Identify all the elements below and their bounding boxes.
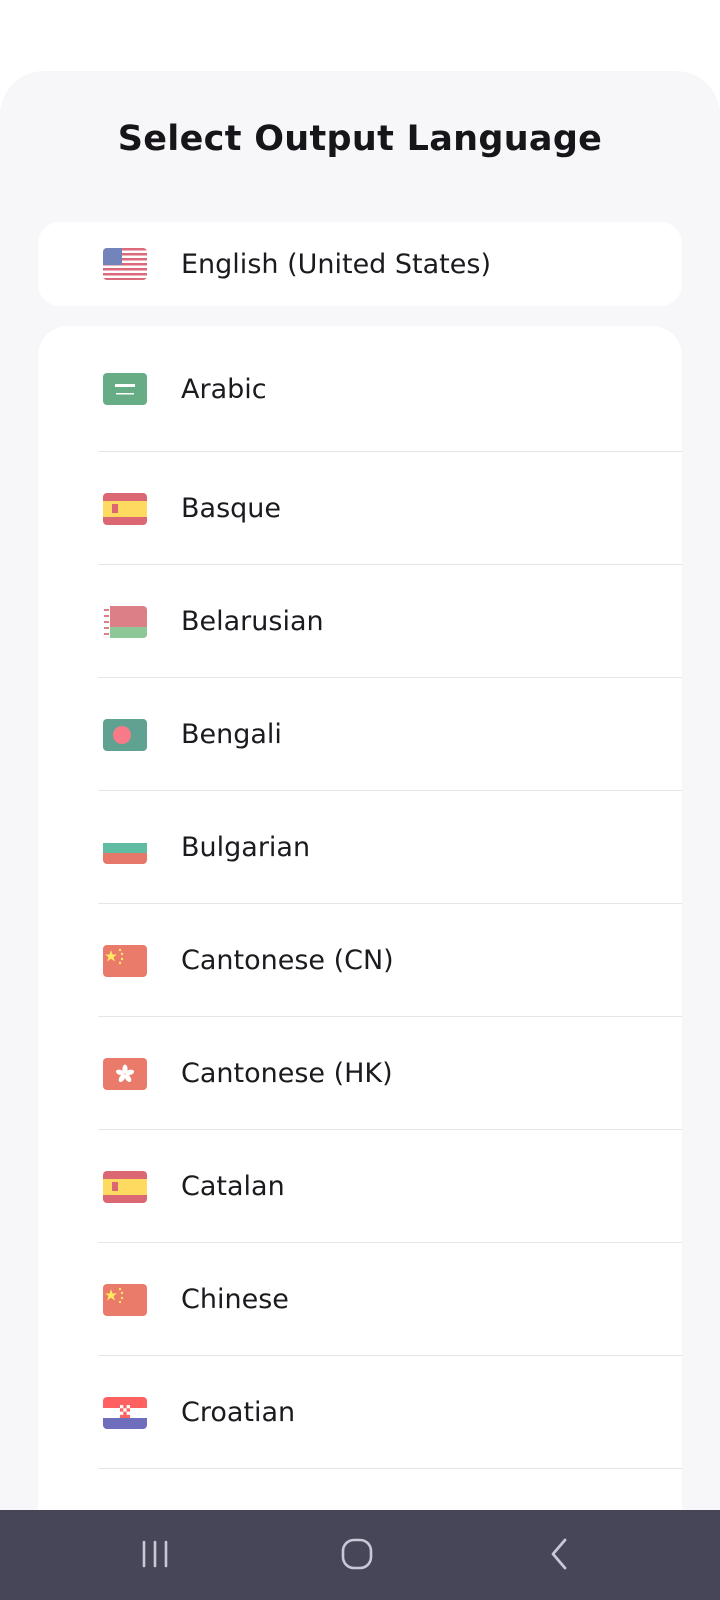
language-item-cantonese-hk[interactable]: Cantonese (HK) bbox=[38, 1017, 682, 1130]
system-navigation-bar bbox=[0, 1510, 720, 1600]
language-sheet: Select Output Language English (United S… bbox=[0, 71, 720, 1511]
back-icon bbox=[551, 1538, 567, 1570]
language-item-arabic[interactable]: Arabic bbox=[38, 326, 682, 452]
bangladesh-flag-icon bbox=[103, 718, 147, 751]
recents-button[interactable] bbox=[125, 1532, 185, 1576]
spain-flag-icon bbox=[103, 1170, 147, 1203]
language-label: Cantonese (HK) bbox=[181, 1058, 393, 1089]
language-item-bengali[interactable]: Bengali bbox=[38, 678, 682, 791]
language-item-chinese[interactable]: Chinese bbox=[38, 1243, 682, 1356]
page-title: Select Output Language bbox=[117, 119, 603, 159]
home-button[interactable] bbox=[327, 1532, 387, 1576]
language-item-catalan[interactable]: Catalan bbox=[38, 1130, 682, 1243]
language-item-croatian[interactable]: Croatian bbox=[38, 1356, 682, 1469]
recents-icon bbox=[142, 1540, 168, 1568]
language-label: Bengali bbox=[181, 719, 282, 750]
language-list: Arabic Basque Belarusian Bengali Bulgari… bbox=[38, 326, 682, 1511]
hong-kong-flag-icon bbox=[103, 1057, 147, 1090]
language-label: Chinese bbox=[181, 1284, 289, 1315]
us-flag-icon bbox=[103, 248, 147, 280]
language-item-belarusian[interactable]: Belarusian bbox=[38, 565, 682, 678]
croatia-flag-icon bbox=[103, 1396, 147, 1429]
language-label: Croatian bbox=[181, 1397, 296, 1428]
spain-flag-icon bbox=[103, 492, 147, 525]
language-label: Bulgarian bbox=[181, 832, 311, 863]
language-label: Belarusian bbox=[181, 606, 324, 637]
language-label: Cantonese (CN) bbox=[181, 945, 394, 976]
language-label: Basque bbox=[181, 493, 281, 524]
language-item-cantonese-cn[interactable]: Cantonese (CN) bbox=[38, 904, 682, 1017]
language-label: Catalan bbox=[181, 1171, 285, 1202]
language-item-basque[interactable]: Basque bbox=[38, 452, 682, 565]
language-label: Arabic bbox=[181, 373, 267, 405]
belarus-flag-icon bbox=[103, 605, 147, 638]
china-flag-icon bbox=[103, 1283, 147, 1316]
selected-language-label: English (United States) bbox=[181, 248, 491, 280]
back-button[interactable] bbox=[529, 1532, 589, 1576]
home-icon bbox=[341, 1538, 373, 1570]
selected-language-item[interactable]: English (United States) bbox=[38, 222, 682, 306]
language-item-bulgarian[interactable]: Bulgarian bbox=[38, 791, 682, 904]
saudi-flag-icon bbox=[103, 373, 147, 405]
bulgaria-flag-icon bbox=[103, 831, 147, 864]
china-flag-icon bbox=[103, 944, 147, 977]
